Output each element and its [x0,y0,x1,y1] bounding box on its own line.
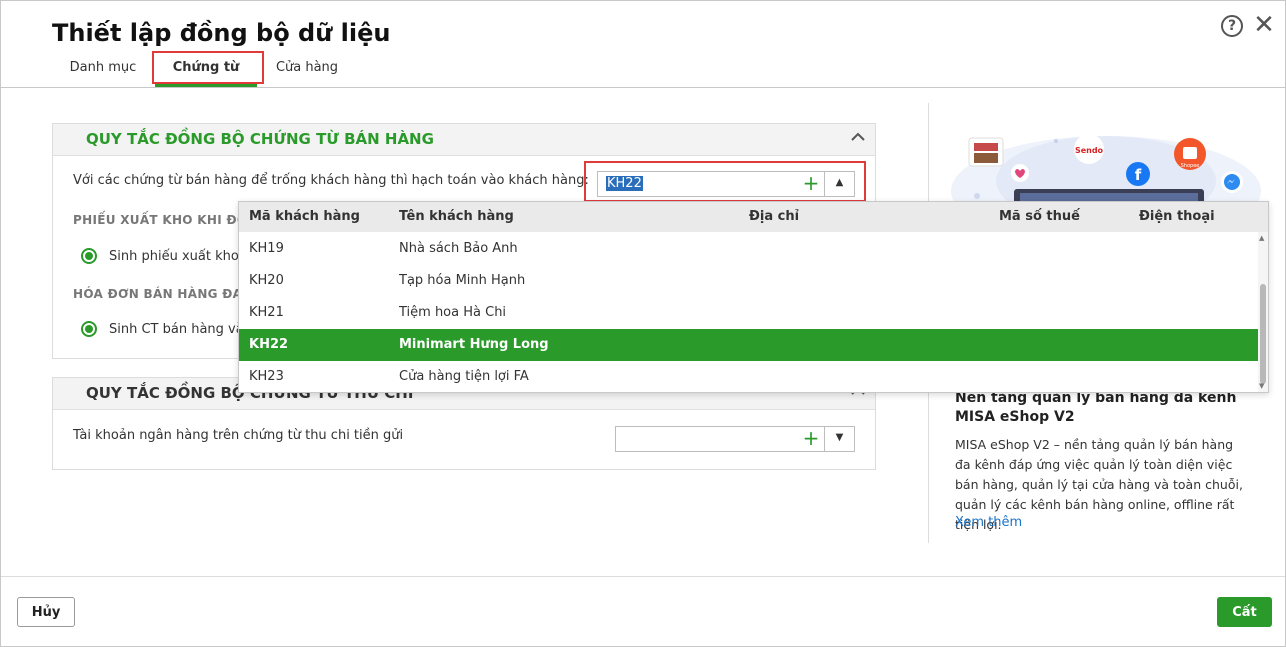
tab-stores[interactable]: Cửa hàng [267,51,347,88]
sync-settings-dialog: Thiết lập đồng bộ dữ liệu ? ✕ Danh mục C… [0,0,1286,647]
warehouse-option-label: Sinh phiếu xuất kho k [109,249,251,264]
default-customer-label: Với các chứng từ bán hàng để trống khách… [73,173,589,188]
svg-text:Sendo: Sendo [1075,146,1104,155]
column-address[interactable]: Địa chỉ [749,209,799,224]
dropdown-row[interactable]: KH21 Tiệm hoa Hà Chi [239,297,1258,329]
warehouse-radio[interactable] [81,248,97,264]
invoice-radio[interactable] [81,321,97,337]
dropdown-row[interactable]: KH22 Minimart Hưng Long [239,329,1258,361]
dialog-title: Thiết lập đồng bộ dữ liệu [52,19,391,47]
row-customer-name: Tiệm hoa Hà Chi [399,305,507,320]
chevron-up-icon[interactable] [851,130,865,146]
help-icon[interactable]: ? [1221,15,1243,37]
svg-text:Shopee: Shopee [1181,163,1200,169]
dropdown-row[interactable]: KH19 Nhà sách Bảo Anh [239,233,1258,265]
column-phone[interactable]: Điện thoại [1139,209,1215,224]
scrollbar-thumb[interactable] [1260,284,1266,384]
column-customer-name[interactable]: Tên khách hàng [399,209,514,224]
sales-section-header[interactable]: QUY TẮC ĐỒNG BỘ CHỨNG TỪ BÁN HÀNG [53,124,875,156]
row-customer-code: KH23 [249,369,284,384]
column-customer-code[interactable]: Mã khách hàng [249,209,360,224]
row-customer-code: KH20 [249,273,284,288]
scroll-up-icon[interactable]: ▲ [1259,234,1264,242]
combo-highlight-box [584,161,866,202]
bank-account-label: Tài khoản ngân hàng trên chứng từ thu ch… [73,428,404,443]
promo-title: Nền tảng quản lý bán hàng đa kênh MISA e… [955,390,1237,425]
invoice-option-label: Sinh CT bán hàng và [109,322,244,337]
row-customer-code: KH19 [249,241,284,256]
cancel-button[interactable]: Hủy [17,597,75,627]
tab-highlight-box [152,51,264,84]
svg-text:f: f [1135,166,1142,184]
dialog-footer [1,576,1285,646]
invoice-heading: HÓA ĐƠN BÁN HÀNG ĐAN [73,287,253,301]
row-customer-name: Cửa hàng tiện lợi FA [399,369,529,384]
bank-account-combo[interactable]: + ▼ [615,426,855,452]
dropdown-scrollbar[interactable]: ▲ ▼ [1258,232,1268,392]
tab-categories[interactable]: Danh mục [59,51,147,88]
row-customer-name: Minimart Hưng Long [399,337,549,352]
dropdown-row[interactable]: KH23 Cửa hàng tiện lợi FA [239,361,1258,393]
column-tax-code[interactable]: Mã số thuế [999,209,1080,224]
sales-section-title: QUY TẮC ĐỒNG BỘ CHỨNG TỪ BÁN HÀNG [86,130,434,148]
row-customer-name: Nhà sách Bảo Anh [399,241,518,256]
dropdown-header: Mã khách hàng Tên khách hàng Địa chỉ Mã … [239,202,1268,232]
warehouse-heading: PHIẾU XUẤT KHO KHI ĐỒN [73,213,258,227]
row-customer-name: Tạp hóa Minh Hạnh [399,273,526,288]
add-bank-icon[interactable]: + [798,427,824,451]
row-customer-code: KH21 [249,305,284,320]
eshop-illustration: Sendo f Shopee [936,111,1261,246]
scroll-down-icon[interactable]: ▼ [1259,382,1264,390]
row-customer-code: KH22 [249,337,289,352]
close-icon[interactable]: ✕ [1252,12,1276,38]
chevron-down-icon[interactable]: ▼ [824,427,854,451]
customer-dropdown: Mã khách hàng Tên khách hàng Địa chỉ Mã … [238,201,1269,393]
see-more-link[interactable]: Xem thêm [955,515,1022,530]
save-button[interactable]: Cất [1217,597,1272,627]
dropdown-row[interactable]: KH20 Tạp hóa Minh Hạnh [239,265,1258,297]
